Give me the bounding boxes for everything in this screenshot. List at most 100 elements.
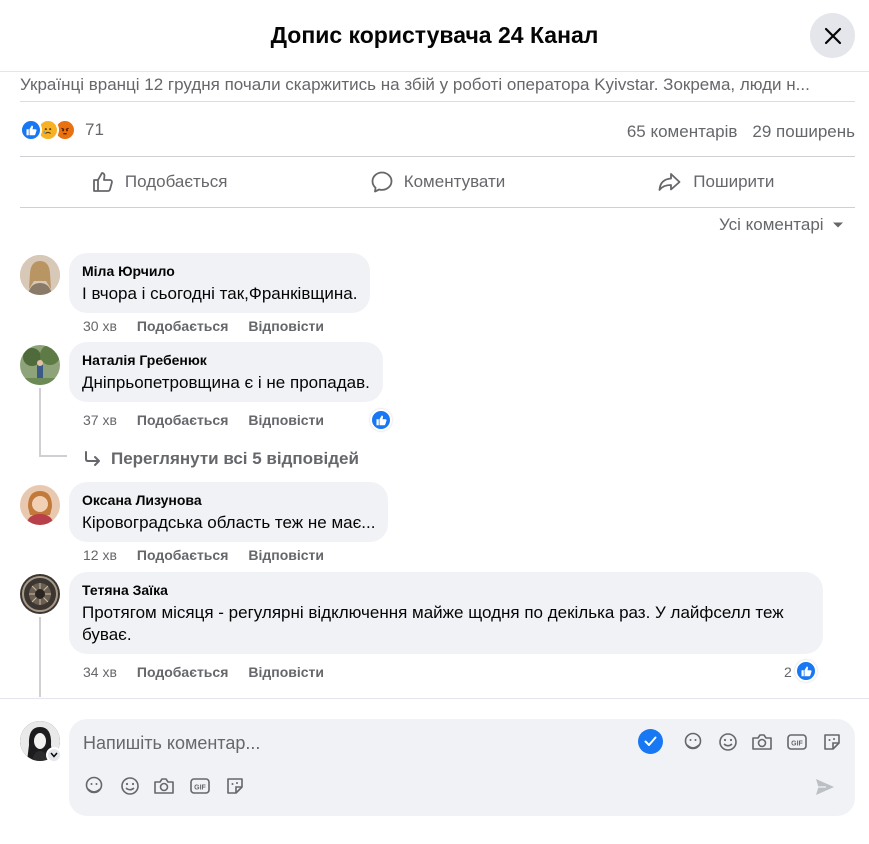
post-actions: Подобається Коментувати Поширити bbox=[20, 158, 855, 206]
comment-button[interactable]: Коментувати bbox=[298, 158, 576, 206]
divider bbox=[20, 156, 855, 157]
comment-meta: 34 хв Подобається Відповісти bbox=[83, 664, 324, 680]
comment-like-button[interactable]: Подобається bbox=[137, 412, 228, 428]
sticker-icon bbox=[824, 734, 840, 750]
thumbs-up-icon bbox=[93, 172, 113, 192]
photo-button[interactable] bbox=[751, 731, 773, 753]
comment-reaction-count[interactable]: 2 bbox=[784, 664, 792, 680]
share-arrow-icon bbox=[658, 173, 681, 191]
divider bbox=[0, 698, 869, 699]
comments-filter-dropdown[interactable]: Усі коментарі bbox=[719, 215, 844, 235]
chevron-down-icon bbox=[832, 222, 843, 228]
comment-time[interactable]: 12 хв bbox=[83, 547, 117, 563]
account-switch-button[interactable] bbox=[46, 747, 62, 763]
close-icon bbox=[824, 27, 841, 44]
like-label: Подобається bbox=[124, 172, 228, 191]
comment-bubble: Наталія Гребенюк Дніпрьопетровщина є і н… bbox=[69, 342, 383, 402]
view-replies-label: Переглянути всі 5 відповідей bbox=[111, 449, 359, 468]
share-label: Поширити bbox=[693, 172, 775, 191]
comment-meta: 37 хв Подобається Відповісти bbox=[83, 412, 324, 428]
comment-reply-button[interactable]: Відповісти bbox=[248, 664, 324, 680]
shares-count-link[interactable]: 29 поширень bbox=[752, 122, 855, 142]
emoji-button[interactable] bbox=[717, 731, 739, 753]
comment-text: Протягом місяця - регулярні відключення … bbox=[82, 603, 784, 644]
photo-button[interactable] bbox=[153, 775, 175, 797]
camera-icon bbox=[154, 778, 174, 794]
post-stats: 71 65 коментарів 29 поширень bbox=[20, 116, 855, 146]
chevron-down-icon bbox=[50, 752, 58, 758]
comment-reaction-badge[interactable] bbox=[795, 660, 817, 682]
divider bbox=[20, 207, 855, 208]
avatar[interactable] bbox=[20, 255, 60, 295]
svg-text:GIF: GIF bbox=[791, 741, 803, 748]
comment-author[interactable]: Тетяна Заїка bbox=[82, 582, 810, 598]
sticker-icon bbox=[684, 732, 702, 750]
comment-bubble: Тетяна Заїка Протягом місяця - регулярні… bbox=[69, 572, 823, 654]
thread-line bbox=[39, 617, 41, 697]
post-preview-text[interactable]: Українці вранці 12 грудня почали скаржит… bbox=[20, 72, 855, 102]
avatar[interactable] bbox=[20, 574, 60, 614]
dialog-title: Допис користувача 24 Канал bbox=[270, 22, 599, 48]
comment-time[interactable]: 34 хв bbox=[83, 664, 117, 680]
share-button[interactable]: Поширити bbox=[577, 158, 855, 206]
camera-icon bbox=[752, 734, 772, 750]
comment-reply-button[interactable]: Відповісти bbox=[248, 318, 324, 334]
avatar[interactable] bbox=[20, 345, 60, 385]
send-icon bbox=[816, 779, 834, 795]
reply-arrow-icon bbox=[85, 451, 100, 466]
like-reaction-icon bbox=[20, 119, 42, 141]
gif-button[interactable]: GIF bbox=[786, 731, 808, 753]
thread-line bbox=[39, 455, 67, 457]
close-button[interactable] bbox=[810, 13, 855, 58]
comment-reply-button[interactable]: Відповісти bbox=[248, 412, 324, 428]
sticker-button[interactable] bbox=[821, 731, 843, 753]
checkmark-icon bbox=[644, 736, 657, 746]
emoji-icon bbox=[121, 777, 139, 795]
gif-icon: GIF bbox=[190, 778, 210, 794]
avatar[interactable] bbox=[20, 485, 60, 525]
thread-line bbox=[39, 388, 41, 456]
emoji-icon bbox=[719, 733, 737, 751]
comment-bubble: Міла Юрчило І вчора і сьогодні так,Франк… bbox=[69, 253, 371, 313]
comment-like-button[interactable]: Подобається bbox=[137, 547, 228, 563]
comment-author[interactable]: Оксана Лизунова bbox=[82, 492, 375, 508]
comment-reaction-badge[interactable] bbox=[370, 409, 392, 431]
sticker-icon bbox=[227, 778, 243, 794]
comment-like-button[interactable]: Подобається bbox=[137, 318, 228, 334]
dialog-header: Допис користувача 24 Канал bbox=[0, 0, 869, 72]
sticker-button[interactable] bbox=[224, 775, 246, 797]
comments-count-link[interactable]: 65 коментарів bbox=[627, 122, 738, 142]
comment-input[interactable] bbox=[83, 731, 623, 755]
comment-text: І вчора і сьогодні так,Франківщина. bbox=[82, 284, 358, 303]
svg-text:GIF: GIF bbox=[194, 785, 206, 792]
avatar-sticker-button[interactable] bbox=[83, 775, 105, 797]
comment-bubble: Оксана Лизунова Кіровоградська область т… bbox=[69, 482, 389, 542]
send-button[interactable] bbox=[814, 776, 836, 798]
comment-label: Коментувати bbox=[403, 172, 506, 191]
comment-text: Дніпрьопетровщина є і не пропадав. bbox=[82, 373, 370, 392]
view-replies-link[interactable]: Переглянути всі 5 відповідей bbox=[83, 449, 359, 469]
comment-text: Кіровоградська область теж не має... bbox=[82, 513, 376, 532]
thumbs-up-icon bbox=[376, 415, 387, 426]
reaction-summary[interactable]: 71 bbox=[20, 119, 104, 141]
reactions-count: 71 bbox=[85, 120, 104, 139]
gif-icon: GIF bbox=[787, 734, 807, 750]
like-button[interactable]: Подобається bbox=[20, 158, 298, 206]
comment-composer: GIF GIF bbox=[69, 719, 855, 816]
emoji-button[interactable] bbox=[119, 775, 141, 797]
gif-button[interactable]: GIF bbox=[189, 775, 211, 797]
avatar-sticker-button[interactable] bbox=[682, 731, 704, 753]
comment-meta: 12 хв Подобається Відповісти bbox=[83, 547, 324, 563]
comment-meta: 30 хв Подобається Відповісти bbox=[83, 318, 324, 334]
speech-bubble-icon bbox=[371, 171, 393, 193]
comment-time[interactable]: 30 хв bbox=[83, 318, 117, 334]
filter-label: Усі коментарі bbox=[719, 215, 824, 234]
comment-author[interactable]: Міла Юрчило bbox=[82, 263, 357, 279]
comment-like-button[interactable]: Подобається bbox=[137, 664, 228, 680]
verified-check-button[interactable] bbox=[638, 729, 663, 754]
comment-time[interactable]: 37 хв bbox=[83, 412, 117, 428]
comment-author[interactable]: Наталія Гребенюк bbox=[82, 352, 370, 368]
comment-reply-button[interactable]: Відповісти bbox=[248, 547, 324, 563]
thumbs-up-icon bbox=[801, 666, 812, 677]
sticker-icon bbox=[85, 776, 103, 794]
